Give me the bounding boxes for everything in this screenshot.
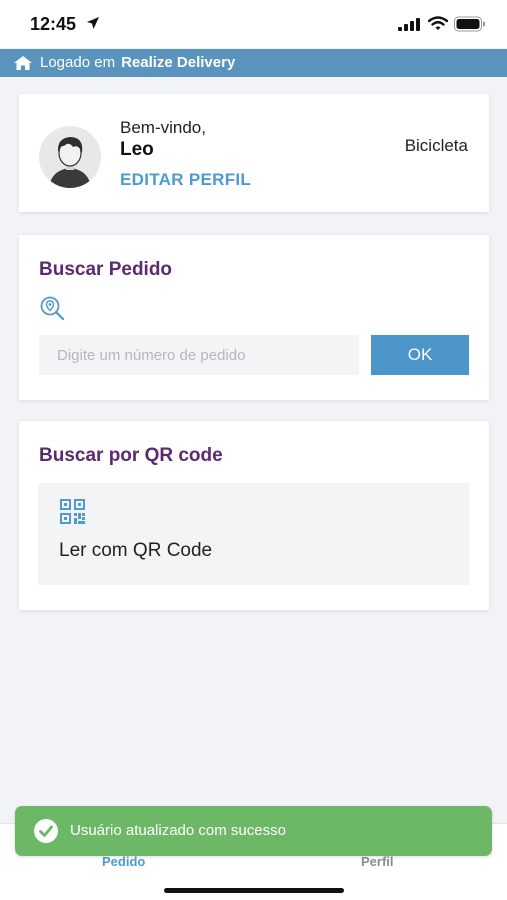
login-banner: Logado em Realize Delivery [0,49,507,77]
map-pin-search-icon [40,296,65,320]
profile-card: Bem-vindo, Leo EDITAR PERFIL Bicicleta [19,94,489,212]
welcome-text: Bem-vindo, [120,118,206,137]
qr-search-card: Buscar por QR code Ler com QR Code [19,421,489,610]
vehicle-type: Bicicleta [404,136,468,155]
search-order-title: Buscar Pedido [39,259,173,280]
read-qr-label: Ler com QR Code [59,540,213,561]
avatar [39,126,101,188]
user-name: Leo [120,139,154,160]
qr-code-icon [60,499,85,524]
success-toast[interactable]: Usuário atualizado com sucesso [15,806,492,856]
search-order-card: Buscar Pedido OK [19,235,489,400]
tab-pedido[interactable]: Pedido [102,854,145,869]
banner-company: Realize Delivery [121,54,236,71]
avatar-icon [39,126,101,188]
check-circle-icon [34,819,58,843]
home-icon [14,56,32,70]
read-qr-button[interactable]: Ler com QR Code [38,483,469,585]
status-time: 12:45 [30,14,77,34]
banner-prefix: Logado em [40,54,116,71]
home-indicator [164,888,344,893]
toast-message: Usuário atualizado com sucesso [70,822,286,839]
battery-icon [454,16,485,32]
ok-button[interactable]: OK [371,335,469,375]
qr-search-title: Buscar por QR code [39,445,223,466]
signal-icon [398,18,420,31]
wifi-icon [428,16,448,30]
edit-profile-link[interactable]: EDITAR PERFIL [120,170,251,190]
location-arrow-icon [87,17,99,29]
order-number-input[interactable] [39,335,359,375]
tab-perfil[interactable]: Perfil [361,854,394,869]
status-bar: 12:45 [0,0,507,48]
